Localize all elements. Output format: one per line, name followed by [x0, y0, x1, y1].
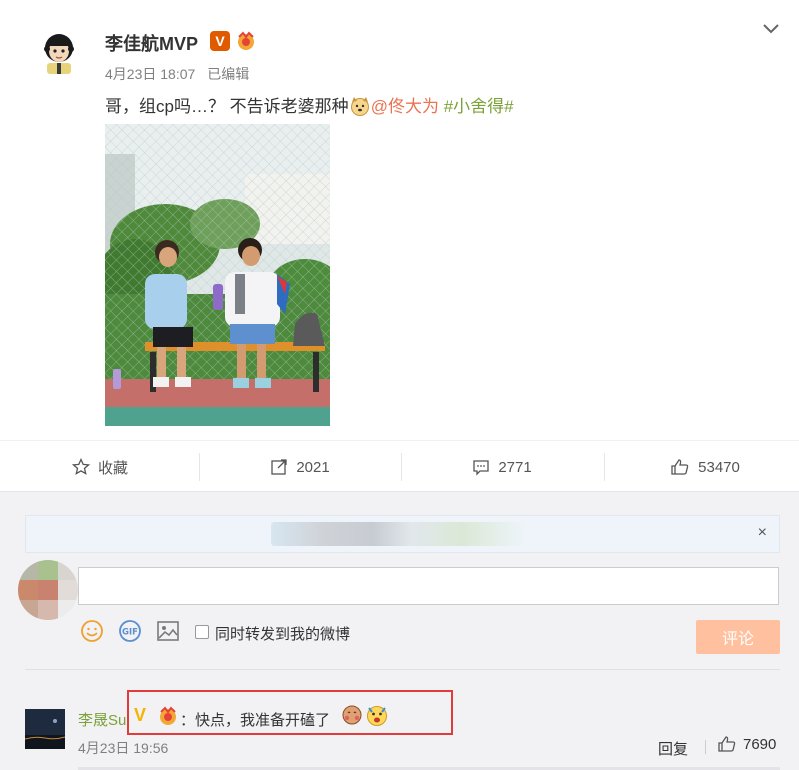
commenter-name[interactable]: 李晟Su [78, 709, 126, 730]
divider [25, 669, 780, 670]
comment-icon [473, 460, 489, 476]
dog-face-emoji-icon [350, 97, 369, 116]
emoji-icon[interactable] [80, 619, 104, 643]
my-avatar[interactable] [18, 560, 78, 620]
comment-like-button[interactable]: 7690 [717, 735, 776, 753]
post-text-main: 哥，组cp吗…？ 不告诉老婆那种 [105, 97, 349, 116]
medal-icon [238, 31, 254, 50]
favorite-button[interactable]: 收藏 [0, 441, 200, 493]
like-button[interactable]: 53470 [605, 441, 799, 493]
edited-label[interactable]: 已编辑 [207, 66, 249, 82]
reply-button[interactable]: 回复 [658, 738, 688, 759]
close-icon[interactable]: × [758, 524, 767, 542]
post-meta: 4月23日 18:07 已编辑 [105, 64, 261, 84]
star-icon [71, 458, 90, 475]
favorite-label: 收藏 [97, 459, 128, 477]
mention-link[interactable]: @佟大为 [371, 97, 439, 116]
submit-comment-button[interactable]: 评论 [696, 620, 780, 654]
comment-input[interactable] [78, 567, 779, 605]
post-date[interactable]: 4月23日 18:07 [105, 66, 195, 82]
chevron-down-icon[interactable] [762, 22, 780, 36]
comment-like-count: 7690 [743, 735, 777, 753]
author-avatar[interactable] [38, 30, 80, 74]
like-count: 53470 [698, 458, 740, 476]
image-icon[interactable] [156, 619, 180, 643]
topic-link[interactable]: #小舍得# [444, 97, 514, 116]
comment-button[interactable]: 2771 [402, 441, 602, 493]
post-action-bar: 收藏 2021 2771 53470 [0, 440, 799, 492]
blurred-notice-text [271, 522, 526, 546]
svg-text:GIF: GIF [122, 628, 138, 638]
comment-count: 2771 [498, 458, 532, 476]
gif-icon[interactable]: GIF [118, 619, 142, 643]
thumbs-up-icon [671, 459, 689, 475]
share-icon [271, 459, 287, 475]
verified-badge-icon: V [210, 31, 230, 51]
highlight-box [127, 690, 453, 735]
weibo-post: 李佳航MVP V 4月23日 18:07 已编辑 哥，组cp吗…？ 不告诉老婆那种… [0, 0, 799, 440]
post-text: 哥，组cp吗…？ 不告诉老婆那种 @佟大为 #小舍得# [105, 92, 514, 117]
comment-action-divider [705, 740, 706, 754]
thumbs-up-icon [718, 736, 736, 752]
author-name[interactable]: 李佳航MVP [105, 30, 198, 56]
repost-button[interactable]: 2021 [200, 441, 400, 493]
comment-panel: × GIF 同时转发到我的微博 评论 李晟Su V ：快点，我准备开磕了 4月2… [0, 491, 799, 770]
post-photo[interactable] [105, 124, 330, 426]
repost-count: 2021 [296, 458, 330, 476]
comment-time[interactable]: 4月23日 19:56 [78, 738, 168, 758]
commenter-avatar[interactable] [25, 709, 65, 749]
repost-checkbox[interactable] [195, 625, 209, 639]
repost-checkbox-label[interactable]: 同时转发到我的微博 [215, 623, 350, 644]
notice-bar: × [25, 515, 780, 553]
